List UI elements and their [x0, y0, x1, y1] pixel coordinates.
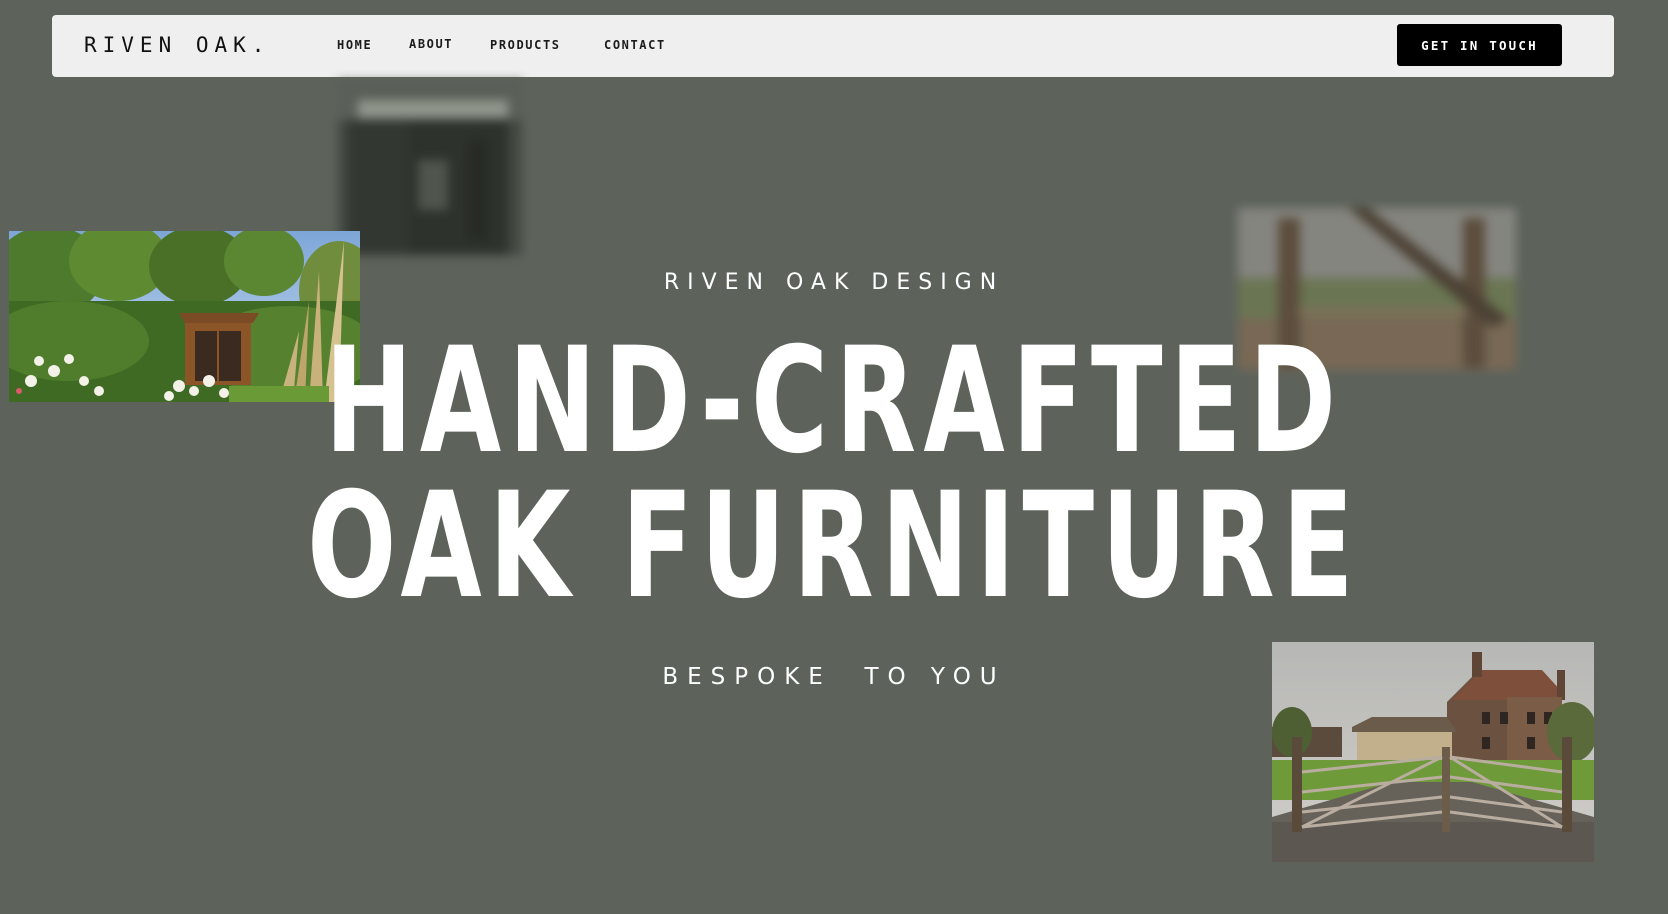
- hero-headline-line1: HAND-CRAFTED: [324, 316, 1344, 486]
- hero-tagline: BESPOKE TO YOU: [662, 664, 1006, 690]
- nav-link-products[interactable]: PRODUCTS: [490, 38, 561, 52]
- nav-link-about[interactable]: ABOUT: [409, 37, 453, 51]
- hero-eyebrow: RIVEN OAK DESIGN: [663, 270, 1005, 295]
- nav-link-home[interactable]: HOME: [337, 38, 372, 52]
- brand-logo[interactable]: RIVEN OAK.: [84, 33, 270, 57]
- nav-link-contact[interactable]: CONTACT: [604, 38, 666, 52]
- blurred-barn-photo: [338, 80, 522, 255]
- hero-headline-line2: OAK FURNITURE: [307, 461, 1361, 631]
- top-navbar: RIVEN OAK. HOME ABOUT PRODUCTS CONTACT G…: [52, 15, 1614, 77]
- get-in-touch-button[interactable]: GET IN TOUCH: [1397, 24, 1562, 66]
